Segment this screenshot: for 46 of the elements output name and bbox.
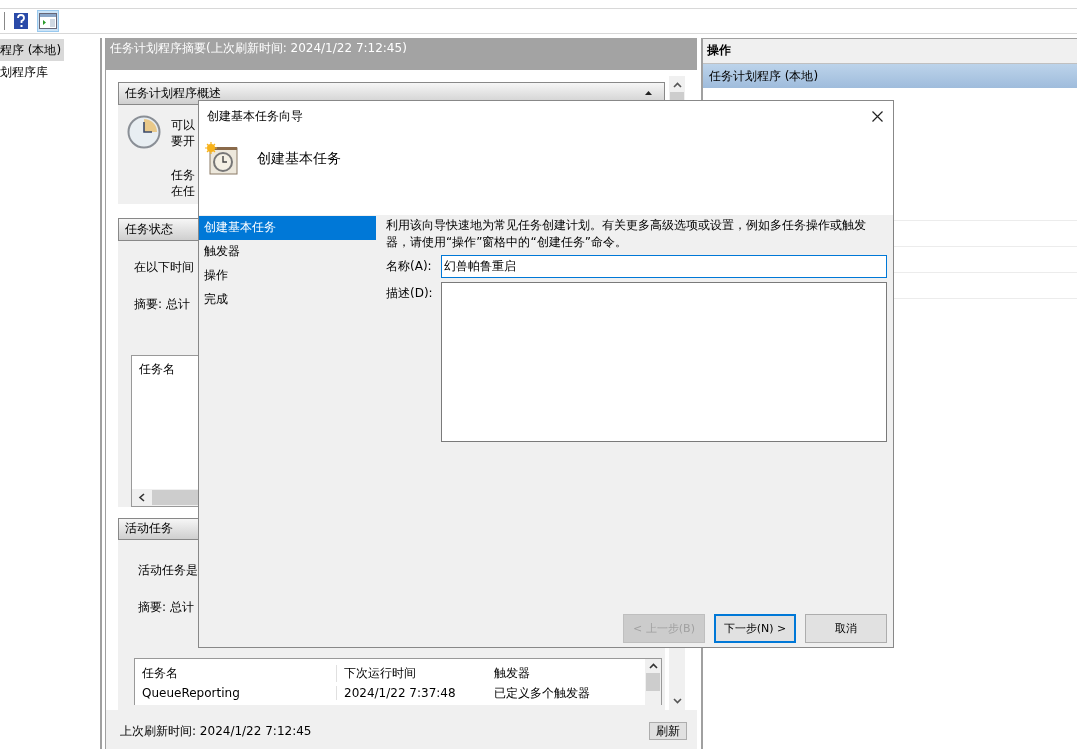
scroll-down-icon[interactable]: [672, 698, 682, 704]
overview-text: 任务: [171, 166, 195, 183]
last-refresh-text: 上次刷新时间: 2024/1/22 7:12:45: [120, 724, 312, 738]
wizard-step[interactable]: 完成: [199, 288, 376, 312]
tree-item[interactable]: 划程序库: [0, 61, 51, 83]
dialog-title: 创建基本任务向导: [207, 107, 303, 125]
name-field[interactable]: 幻兽帕鲁重启: [441, 255, 887, 278]
active-summary: 摘要: 总计: [138, 599, 194, 617]
wizard-step[interactable]: 创建基本任务: [199, 216, 376, 240]
table-cell: 2024/1/22 7:37:48: [336, 686, 487, 701]
summary-header: 任务计划程序摘要(上次刷新时间: 2024/1/22 7:12:45): [106, 38, 697, 70]
status-summary: 摘要: 总计: [134, 295, 190, 313]
show-pane-button[interactable]: [37, 10, 59, 32]
intro-text: 利用该向导快速地为常见任务创建计划。有关更多高级选项或设置，例如多任务操作或触发器，请使用“操作”窗格中的“创建任务”命令。: [386, 217, 866, 251]
scrollbar-thumb[interactable]: [646, 673, 660, 692]
table-cell-text: 已定义多个触发器: [493, 684, 591, 702]
vertical-scrollbar[interactable]: [645, 659, 661, 706]
scroll-up-icon[interactable]: [672, 82, 682, 88]
wizard-button[interactable]: 下一步(N) >: [714, 614, 796, 643]
column-header[interactable]: 触发器: [487, 664, 627, 682]
collapse-icon[interactable]: [645, 91, 652, 96]
scroll-up-icon[interactable]: [648, 663, 658, 670]
actions-header: 操作: [703, 38, 1077, 64]
actions-group-header[interactable]: 任务计划程序 (本地): [703, 64, 1077, 88]
wizard-step[interactable]: 操作: [199, 264, 376, 288]
close-icon[interactable]: [872, 110, 883, 122]
overview-text: 可以: [171, 116, 195, 133]
wizard-step[interactable]: 触发器: [199, 240, 376, 264]
overview-text: 在任: [171, 182, 195, 199]
column-header[interactable]: 任务名: [135, 664, 336, 682]
column-header[interactable]: 任务名: [139, 361, 175, 376]
name-label: 名称(A):: [386, 258, 433, 275]
description-label: 描述(D):: [386, 285, 434, 302]
description-field[interactable]: [441, 282, 887, 442]
status-text: 在以下时间: [134, 258, 194, 276]
table-cell-text: QueueReporting: [141, 686, 241, 701]
wizard-heading: 创建基本任务: [257, 150, 341, 168]
task-clock-icon: [205, 142, 239, 176]
active-text: 活动任务是: [138, 562, 198, 580]
scroll-left-icon[interactable]: [138, 492, 146, 502]
wizard-button[interactable]: 取消: [805, 614, 887, 643]
overview-text: 要开: [171, 132, 195, 149]
clock-icon: [127, 114, 161, 149]
column-header[interactable]: 下次运行时间: [336, 664, 487, 682]
refresh-button[interactable]: 刷新: [649, 722, 687, 740]
tree-item[interactable]: 程序 (本地): [0, 39, 65, 61]
